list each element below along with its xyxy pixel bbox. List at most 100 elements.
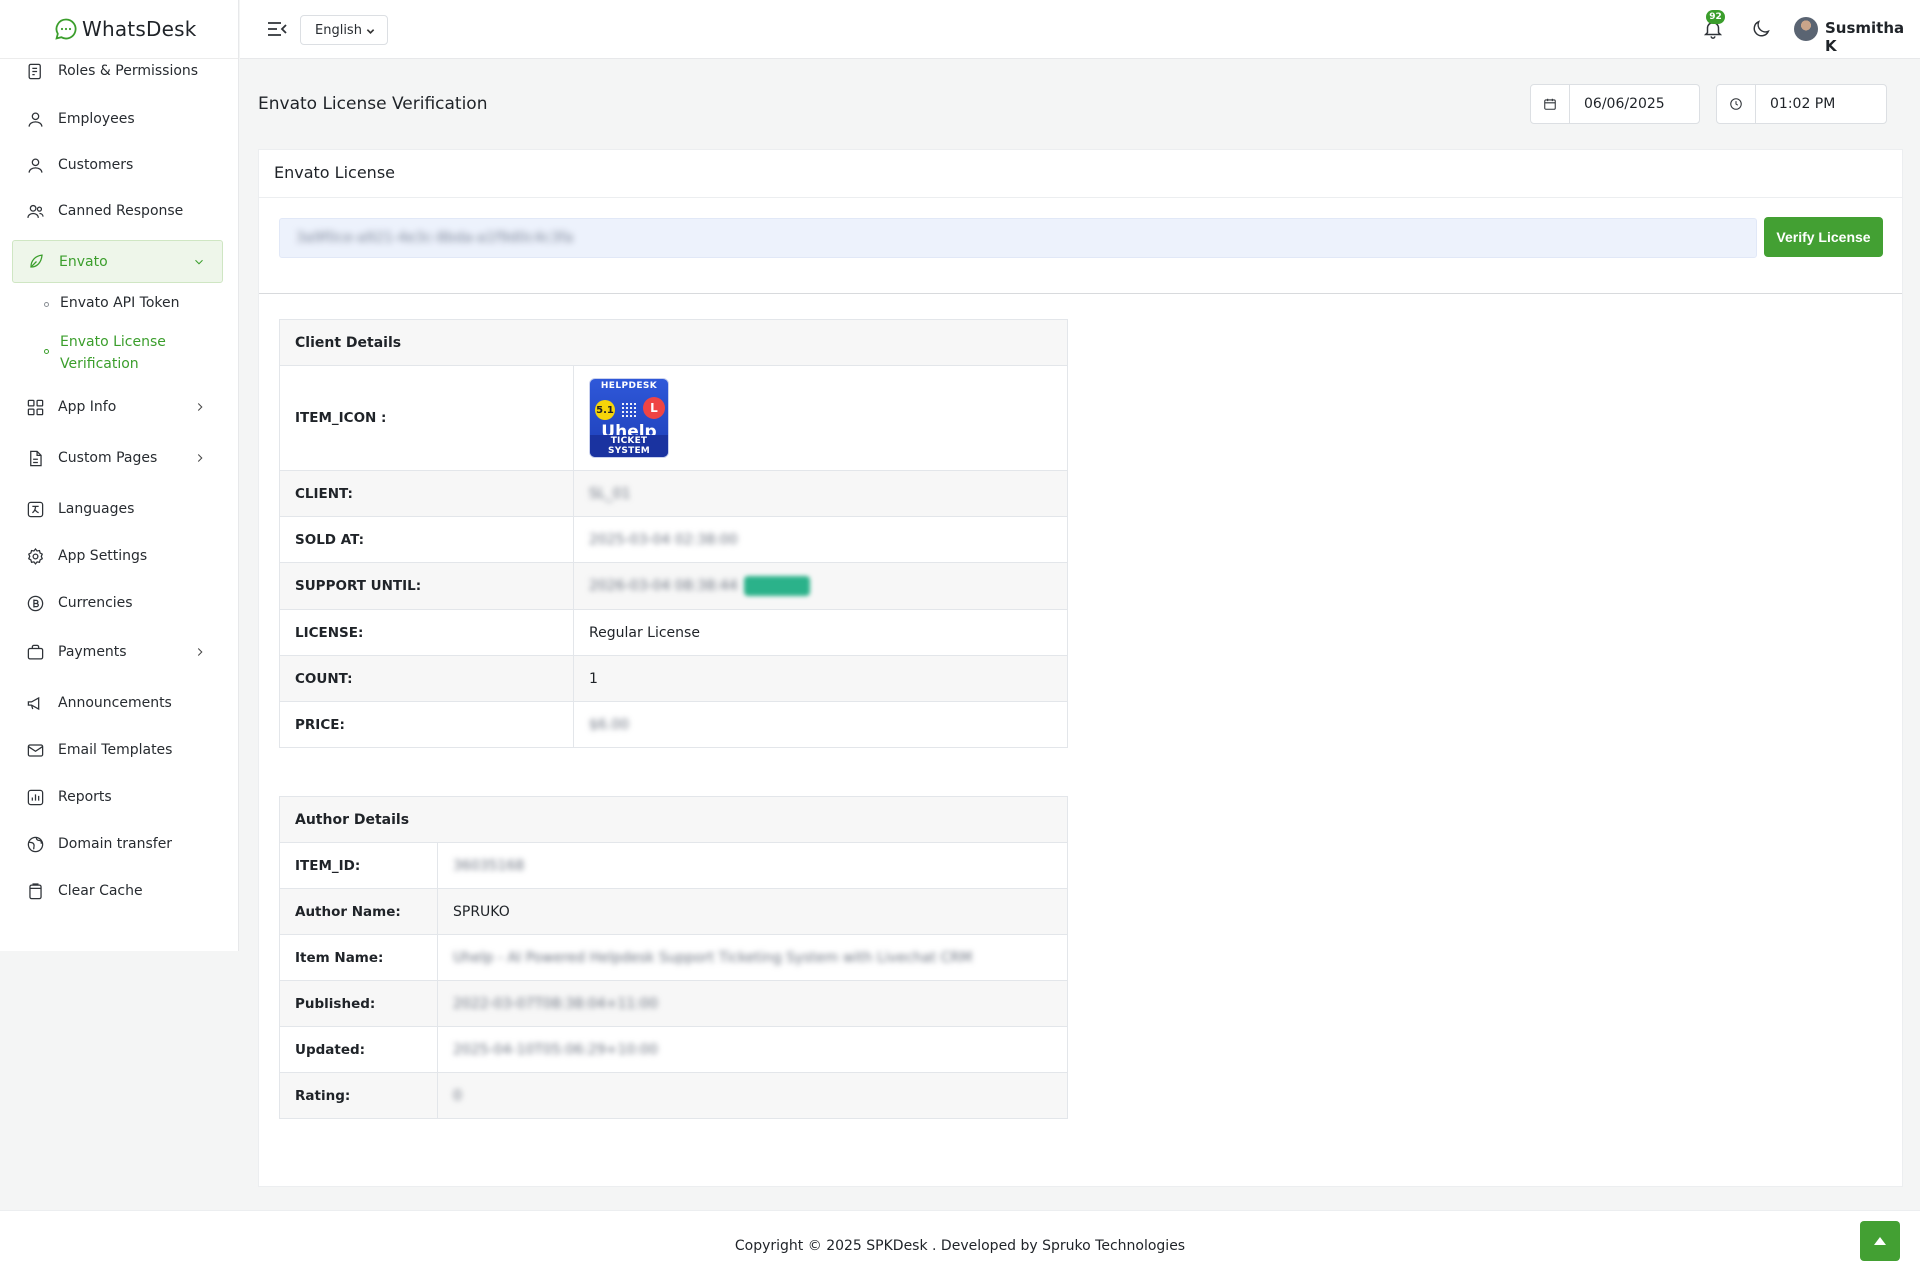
chevron-right-icon [197, 454, 203, 462]
table-header-row: Client Details [279, 319, 1068, 366]
table-heading: Author Details [279, 796, 1068, 843]
sidebar-item-label: App Info [58, 399, 117, 415]
verify-license-button[interactable]: Verify License [1764, 217, 1883, 257]
footer: Copyright © 2025 SPKDesk . Developed by … [0, 1210, 1920, 1281]
sidebar-item-label: App Settings [58, 548, 148, 564]
sidebar-item-label: Currencies [58, 595, 133, 611]
sidebar-item-clear-cache[interactable]: Clear Cache [12, 871, 223, 911]
sidebar-item-payments[interactable]: Payments [12, 632, 223, 672]
chevron-down-icon [195, 259, 203, 264]
grid-icon [27, 399, 44, 415]
menu-toggle-icon[interactable] [266, 19, 288, 39]
sidebar-item-reports[interactable]: Reports [12, 777, 223, 817]
divider [259, 293, 1902, 294]
scroll-to-top-button[interactable] [1860, 1221, 1900, 1261]
translate-icon [27, 501, 44, 517]
row-value: 2025-04-10T05:06:29+10:00 [437, 1026, 1068, 1073]
row-label: Published: [279, 980, 438, 1027]
table-row: ITEM_ID: 36035168 [279, 842, 1068, 889]
row-value: 2026-03-04 08:38:44 [573, 562, 1068, 610]
calendar-icon-box [1531, 85, 1570, 123]
sidebar-item-label: Payments [58, 644, 127, 660]
row-label: Rating: [279, 1072, 438, 1119]
table-row: PRICE: $6.00 [279, 701, 1068, 748]
price-value: $6.00 [589, 716, 630, 733]
bag-icon [27, 644, 44, 659]
calendar-icon [1544, 98, 1556, 110]
sidebar-item-employees[interactable]: Employees [12, 99, 223, 139]
page-title: Envato License Verification [258, 94, 488, 114]
row-value: 2022-03-07T08:38:04+11:00 [437, 980, 1068, 1027]
sidebar-item-app-info[interactable]: App Info [12, 387, 223, 427]
date-field[interactable]: 06/06/2025 [1530, 84, 1700, 124]
sidebar-item-app-settings[interactable]: App Settings [12, 536, 223, 576]
item-icon-top-text: HELPDESK [600, 381, 658, 391]
item-name-value: Uhelp - AI Powered Helpdesk Support Tick… [453, 949, 973, 966]
updated-value: 2025-04-10T05:06:29+10:00 [453, 1041, 658, 1058]
sidebar-item-languages[interactable]: Languages [12, 489, 223, 529]
language-select[interactable]: English [300, 15, 388, 45]
row-label: Item Name: [279, 934, 438, 981]
clock-icon [1730, 98, 1742, 110]
brand-name: WhatsDesk [82, 17, 197, 41]
row-label: ITEM_ICON : [279, 365, 574, 471]
clock-icon-box [1717, 85, 1756, 123]
row-value: 36035168 [437, 842, 1068, 889]
sidebar-item-label: Clear Cache [58, 883, 143, 899]
license-key-value: 3a9f0ce-a921-4e3c-8bda-a1f9d0c4c3fa [296, 230, 574, 246]
table-header-row: Author Details [279, 796, 1068, 843]
table-row: CLIENT: SL_01 [279, 470, 1068, 517]
users-icon [27, 204, 44, 218]
sidebar-item-roles-permissions[interactable]: Roles & Permissions [12, 51, 223, 91]
clipboard-list-icon [28, 63, 41, 79]
chevron-right-icon [197, 648, 203, 656]
sidebar-item-currencies[interactable]: Currencies [12, 583, 223, 623]
laravel-icon: L [643, 397, 665, 419]
row-value: SPRUKO [437, 888, 1068, 935]
uhelp-item-icon: HELPDESK 5.1 L Uhelp TICKET SYSTEM [589, 378, 669, 458]
submenu-item-envato-api-token[interactable]: Envato API Token [44, 295, 180, 311]
client-details-table: Client Details ITEM_ICON : HELPDESK 5.1 … [279, 319, 1068, 748]
table-row: Rating: 0 [279, 1072, 1068, 1119]
row-label: CLIENT: [279, 470, 574, 517]
sidebar-item-domain-transfer[interactable]: Domain transfer [12, 824, 223, 864]
rating-value: 0 [453, 1087, 462, 1104]
row-label: COUNT: [279, 655, 574, 702]
sidebar-item-label: Announcements [58, 695, 172, 711]
row-value: Uhelp - AI Powered Helpdesk Support Tick… [437, 934, 1068, 981]
sidebar-item-customers[interactable]: Customers [12, 145, 223, 185]
sidebar-item-announcements[interactable]: Announcements [12, 683, 223, 723]
table-row: SOLD AT: 2025-03-04 02:38:00 [279, 516, 1068, 563]
megaphone-icon [27, 696, 40, 710]
sidebar-item-envato[interactable]: Envato [12, 240, 223, 283]
table-row: LICENSE: Regular License [279, 609, 1068, 656]
sidebar-item-custom-pages[interactable]: Custom Pages [12, 438, 223, 478]
sidebar-item-email-templates[interactable]: Email Templates [12, 730, 223, 770]
row-label: LICENSE: [279, 609, 574, 656]
card-header: Envato License [259, 150, 1902, 198]
submenu-item-label: Envato API Token [60, 295, 180, 311]
submenu-item-envato-license-verification[interactable]: Envato License Verification [44, 331, 174, 375]
user-name[interactable]: Susmitha K [1825, 19, 1920, 55]
sidebar-item-canned-response[interactable]: Canned Response [12, 191, 223, 231]
sidebar-item-label: Domain transfer [58, 836, 173, 852]
bullet-icon [44, 302, 49, 307]
time-field[interactable]: 01:02 PM [1716, 84, 1887, 124]
sidebar-item-label: Canned Response [58, 203, 184, 219]
time-value: 01:02 PM [1770, 96, 1836, 112]
copyright-text: Copyright © 2025 SPKDesk . Developed by … [734, 1238, 1186, 1254]
top-header: English 92 Susmitha K [240, 0, 1920, 59]
sidebar-item-label: Custom Pages [58, 450, 158, 466]
license-key-input[interactable]: 3a9f0ce-a921-4e3c-8bda-a1f9d0c4c3fa [279, 218, 1757, 258]
theme-toggle[interactable] [1750, 18, 1772, 40]
table-row: SUPPORT UNTIL: 2026-03-04 08:38:44 [279, 562, 1068, 610]
table-row: ITEM_ICON : HELPDESK 5.1 L Uhelp TICKET … [279, 365, 1068, 471]
user-icon [28, 112, 43, 127]
whatsapp-logo-icon [55, 18, 77, 40]
table-row: Author Name: SPRUKO [279, 888, 1068, 935]
sidebar-item-label: Employees [58, 111, 135, 127]
leaf-icon [30, 254, 43, 268]
avatar[interactable] [1794, 17, 1818, 41]
table-row: Item Name: Uhelp - AI Powered Helpdesk S… [279, 934, 1068, 981]
sidebar-item-label: Envato [59, 253, 108, 270]
